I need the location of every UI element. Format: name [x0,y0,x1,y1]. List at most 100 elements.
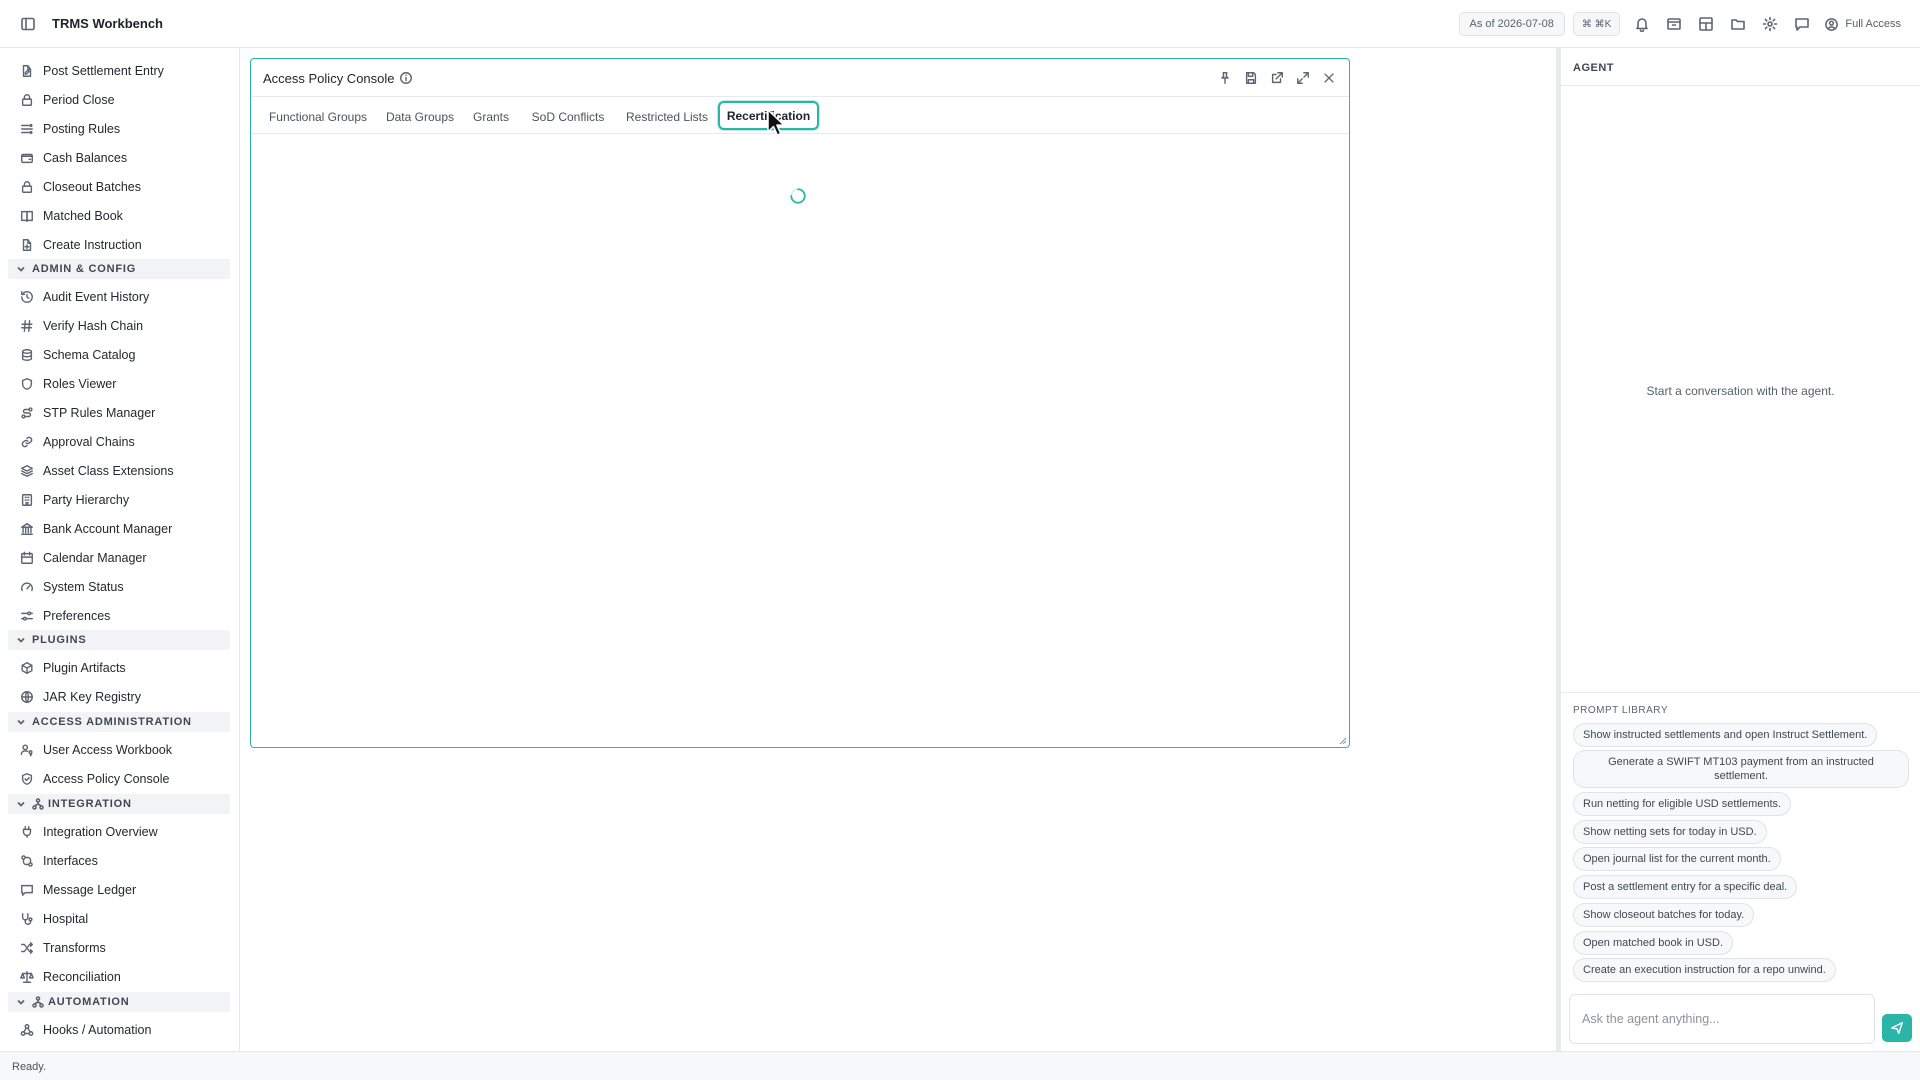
sidebar-item-bank-account-manager[interactable]: Bank Account Manager [8,516,230,542]
info-icon[interactable] [399,71,413,85]
database-icon [20,348,34,362]
user-circle-icon [1825,17,1839,31]
sidebar-item-label: Transforms [43,941,106,955]
sidebar-item-system-status[interactable]: System Status [8,574,230,600]
sidebar-item-label: Calendar Manager [43,551,147,565]
sidebar-item-approval-chains[interactable]: Approval Chains [8,429,230,455]
save-icon[interactable] [1241,69,1261,87]
sidebar: Post Settlement Entry Period Close Posti… [0,48,240,1051]
sidebar-item-calendar-manager[interactable]: Calendar Manager [8,545,230,571]
tab-data-groups[interactable]: Data Groups [381,105,459,129]
sidebar-item-party-hierarchy[interactable]: Party Hierarchy [8,487,230,513]
prompt-chip[interactable]: Post a settlement entry for a specific d… [1573,875,1798,899]
tab-sod-conflicts[interactable]: SoD Conflicts [523,105,613,129]
prompt-library-label: PROMPT LIBRARY [1573,705,1668,716]
sidebar-item-post-settlement-entry[interactable]: Post Settlement Entry [8,58,230,84]
sidebar-item-label: System Status [43,580,124,594]
access-level-label: Full Access [1845,18,1901,30]
bell-icon[interactable] [1626,12,1658,36]
sidebar-item-access-policy-console[interactable]: Access Policy Console [8,766,230,792]
external-link-icon[interactable] [1267,69,1287,87]
sidebar-item-label: Hooks / Automation [43,1023,152,1037]
sidebar-item-hooks-automation[interactable]: Hooks / Automation [8,1017,230,1043]
sidebar-item-label: Cash Balances [43,151,128,165]
chevron-down-icon [16,635,26,645]
section-plugins[interactable]: PLUGINS [8,630,230,650]
sidebar-item-jar-key-registry[interactable]: JAR Key Registry [8,684,230,710]
agent-panel: AGENT Start a conversation with the agen… [1561,48,1920,1051]
layout-icon[interactable] [1690,12,1722,36]
prompt-chip[interactable]: Create an execution instruction for a re… [1573,958,1836,982]
sidebar-item-roles-viewer[interactable]: Roles Viewer [8,371,230,397]
prompt-chip[interactable]: Open matched book in USD. [1573,931,1734,955]
top-bar: TRMS Workbench As of 2026-07-08 ⌘ ⌘K Ful… [0,0,1920,48]
section-access-administration[interactable]: ACCESS ADMINISTRATION [8,712,230,732]
chevron-down-icon [16,799,26,809]
panel-actions [1215,69,1339,87]
sidebar-item-integration-overview[interactable]: Integration Overview [8,819,230,845]
folder-icon[interactable] [1722,12,1754,36]
sidebar-item-label: Asset Class Extensions [43,464,174,478]
resize-handle-icon[interactable] [1339,737,1347,745]
shield-icon [20,377,34,391]
tab-restricted-lists[interactable]: Restricted Lists [621,105,713,129]
link-icon [20,435,34,449]
sidebar-item-preferences[interactable]: Preferences [8,603,230,629]
sidebar-item-create-instruction[interactable]: Create Instruction [8,232,230,258]
sidebar-item-interfaces[interactable]: Interfaces [8,848,230,874]
prompt-chip[interactable]: Generate a SWIFT MT103 payment from an i… [1573,750,1909,788]
sidebar-item-label: Approval Chains [43,435,135,449]
sidebar-toggle-icon[interactable] [20,16,36,32]
sidebar-item-label: Period Close [43,93,115,107]
interface-icon [20,854,34,868]
prompt-chip[interactable]: Run netting for eligible USD settlements… [1573,792,1792,816]
sidebar-item-audit-event-history[interactable]: Audit Event History [8,284,230,310]
prompt-chip[interactable]: Open journal list for the current month. [1573,847,1781,871]
prompt-chip[interactable]: Show netting sets for today in USD. [1573,820,1767,844]
sidebar-item-closeout-batches[interactable]: Closeout Batches [8,174,230,200]
lock-icon [20,180,34,194]
section-label: ADMIN & CONFIG [32,263,137,275]
sidebar-item-transforms[interactable]: Transforms [8,935,230,961]
agent-chat-input[interactable] [1569,994,1875,1044]
gear-icon[interactable] [1754,12,1786,36]
section-automation[interactable]: AUTOMATION [8,992,230,1012]
chat-icon[interactable] [1786,12,1818,36]
tab-grants[interactable]: Grants [467,105,515,129]
sidebar-item-asset-class-extensions[interactable]: Asset Class Extensions [8,458,230,484]
access-level-button[interactable]: Full Access [1824,17,1901,32]
prompt-chip[interactable]: Show closeout batches for today. [1573,903,1755,927]
plug-icon [20,825,34,839]
prompt-chip[interactable]: Show instructed settlements and open Ins… [1573,723,1878,747]
sidebar-item-plugin-artifacts[interactable]: Plugin Artifacts [8,655,230,681]
sidebar-item-cash-balances[interactable]: Cash Balances [8,145,230,171]
sidebar-item-hospital[interactable]: Hospital [8,906,230,932]
archive-icon[interactable] [1658,12,1690,36]
sidebar-item-posting-rules[interactable]: Posting Rules [8,116,230,142]
sidebar-item-schema-catalog[interactable]: Schema Catalog [8,342,230,368]
maximize-icon[interactable] [1293,69,1313,87]
sidebar-item-message-ledger[interactable]: Message Ledger [8,877,230,903]
close-icon[interactable] [1319,69,1339,87]
section-label: INTEGRATION [48,798,132,810]
section-label: AUTOMATION [48,996,130,1008]
command-palette-button[interactable]: ⌘ ⌘K [1572,12,1621,36]
sidebar-item-verify-hash-chain[interactable]: Verify Hash Chain [8,313,230,339]
sidebar-item-matched-book[interactable]: Matched Book [8,203,230,229]
prompt-library: PROMPT LIBRARY Show instructed settlemen… [1561,692,1920,1036]
webhook-icon [20,1023,34,1037]
sidebar-item-stp-rules-manager[interactable]: STP Rules Manager [8,400,230,426]
section-integration[interactable]: INTEGRATION [8,794,230,814]
pin-icon[interactable] [1215,69,1235,87]
panel-header: Access Policy Console [251,59,1349,97]
section-admin-config[interactable]: ADMIN & CONFIG [8,259,230,279]
sliders-icon [20,609,34,623]
sidebar-item-reconciliation[interactable]: Reconciliation [8,964,230,990]
sidebar-item-user-access-workbook[interactable]: User Access Workbook [8,737,230,763]
send-button[interactable] [1882,1014,1912,1042]
hash-icon [20,319,34,333]
tab-functional-groups[interactable]: Functional Groups [263,105,373,129]
as-of-date-pill[interactable]: As of 2026-07-08 [1458,12,1565,36]
wallet-icon [20,151,34,165]
sidebar-item-period-close[interactable]: Period Close [8,87,230,113]
